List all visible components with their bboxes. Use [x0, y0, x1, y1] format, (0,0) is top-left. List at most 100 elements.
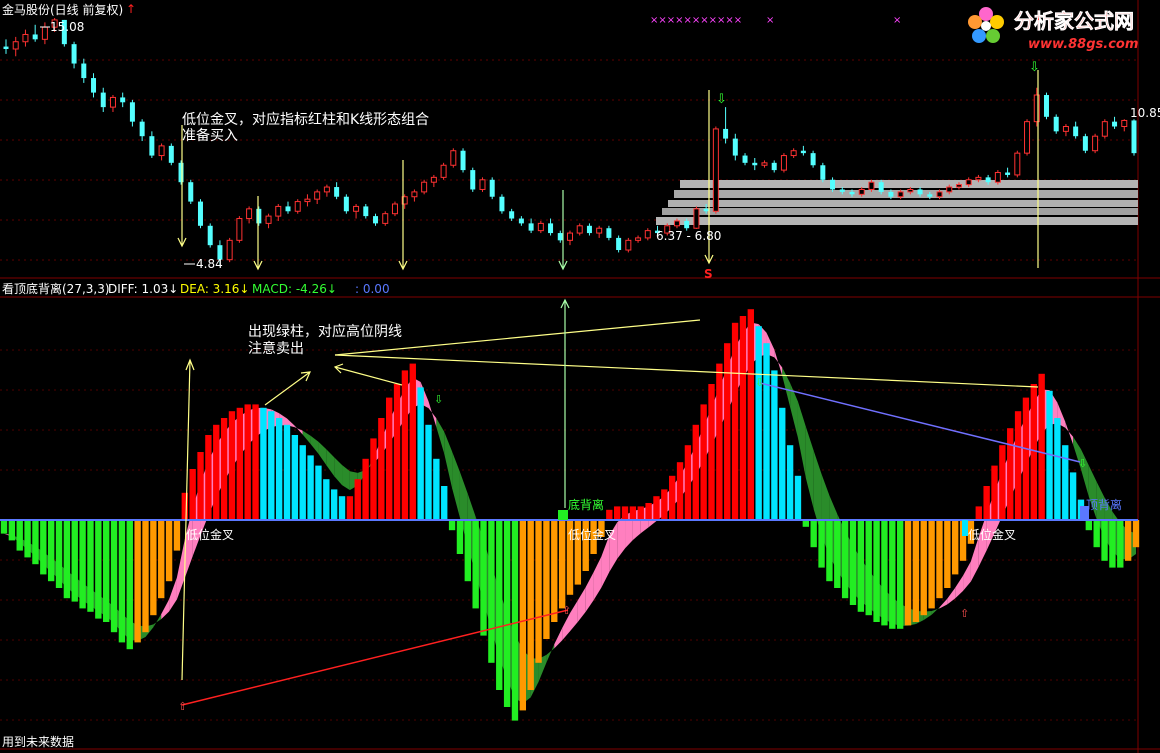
stock-chart[interactable]: ⇩ ⇩ ⇧ ⇧ ⇧ ⇩ ⇩ ⇩ 金马股份(日线 前复权) ↑ 15.08 4.8…	[0, 0, 1160, 753]
top-markers: ×××××××××××	[650, 15, 742, 26]
candle	[616, 235, 622, 253]
macd-bar	[606, 509, 613, 520]
candle	[265, 213, 272, 229]
top-marker: ×	[766, 15, 774, 26]
candle	[304, 194, 311, 207]
candle	[1062, 124, 1069, 137]
macd-bar	[110, 520, 118, 633]
macd-bar	[315, 465, 322, 520]
candle	[168, 143, 174, 166]
title-arrow-icon: ↑	[126, 2, 136, 16]
macd-bar	[47, 520, 55, 582]
macd-bar	[708, 384, 715, 520]
macd-bar	[441, 486, 448, 520]
candle	[994, 170, 1001, 185]
candle	[363, 204, 369, 219]
candle	[1024, 119, 1031, 156]
candle	[596, 225, 603, 238]
candle	[391, 201, 398, 217]
candle	[635, 235, 642, 243]
macd-bar	[0, 520, 8, 534]
macd-bar	[535, 520, 542, 663]
macd-bar	[87, 520, 94, 612]
macd-bar	[731, 322, 739, 520]
macd-bar	[503, 520, 511, 707]
candle	[576, 223, 583, 236]
candle	[489, 177, 495, 200]
macd-bar	[920, 520, 927, 616]
macd-bar	[794, 475, 802, 520]
macd-bar	[464, 520, 471, 582]
macd-band-segment	[617, 515, 626, 559]
macd-bar	[378, 418, 385, 520]
macd-band-segment	[436, 418, 445, 454]
candle	[780, 153, 787, 173]
macd-bar	[558, 520, 566, 609]
macd-bar	[1062, 445, 1069, 520]
candle	[1082, 133, 1088, 154]
candle	[548, 218, 554, 236]
down-signal-icon: ⇩	[1078, 457, 1087, 470]
down-signal-icon: ⇩	[1029, 60, 1040, 75]
macd-bar	[118, 520, 126, 643]
annotation-line-a	[334, 354, 1039, 388]
candle	[1121, 119, 1128, 132]
candle	[71, 41, 77, 69]
up-signal-icon: ⇧	[960, 607, 969, 620]
candle	[606, 225, 612, 241]
candle	[197, 199, 203, 229]
right-price-label: 10.85	[1130, 106, 1160, 120]
top-divergence-label: 顶背离	[1086, 497, 1122, 512]
candlestick-series	[3, 18, 1137, 266]
candle	[256, 206, 262, 226]
candle	[1112, 116, 1118, 129]
candle	[81, 58, 87, 83]
macd-bar	[873, 520, 880, 622]
range-label: 6.37 - 6.80	[656, 229, 721, 243]
golden-cross-label: 低位金叉	[568, 527, 616, 542]
macd-bar	[472, 520, 479, 609]
candle	[528, 218, 534, 234]
sell-note-line2: 注意卖出	[248, 340, 304, 357]
macd-bar	[802, 520, 810, 527]
down-signal-icon: ⇩	[434, 393, 443, 406]
macd-bar	[150, 520, 157, 616]
macd-bar	[393, 384, 401, 520]
macd-bar	[551, 520, 558, 622]
golden-cross-label: 低位金叉	[968, 527, 1016, 542]
candle	[761, 160, 768, 168]
candle	[109, 95, 116, 112]
macd-bar	[362, 458, 369, 520]
macd-bar	[661, 489, 668, 520]
macd-bar	[173, 520, 181, 551]
extra-value: : 0.00	[355, 282, 390, 296]
candle	[1073, 121, 1079, 139]
macd-bar	[779, 407, 786, 520]
price-high-label: 15.08	[50, 20, 84, 34]
down-signal-icon: ⇩	[716, 92, 727, 107]
macd-bar	[189, 469, 196, 520]
candle	[479, 177, 486, 192]
macd-bar	[205, 435, 212, 520]
macd-band-segment	[805, 426, 814, 510]
candle	[440, 162, 447, 180]
macd-bar	[1085, 520, 1093, 531]
macd-bar	[228, 411, 236, 520]
candle	[188, 179, 194, 204]
candle	[499, 194, 505, 214]
macd-bar	[197, 452, 204, 520]
macd-bar	[1101, 520, 1108, 561]
macd-band-segment	[310, 435, 319, 454]
sell-signal-s: S	[704, 267, 713, 281]
macd-bar	[936, 520, 943, 599]
pointer-to-sell-note	[264, 371, 311, 406]
macd-bar	[865, 520, 872, 616]
macd-bar	[433, 458, 440, 520]
macd-bar	[763, 343, 770, 520]
macd-band-segment	[782, 367, 791, 408]
macd-bar	[676, 462, 684, 520]
candle	[334, 182, 340, 200]
macd-band-segment	[153, 614, 162, 628]
macd-bar	[268, 411, 275, 520]
candle	[373, 213, 379, 226]
